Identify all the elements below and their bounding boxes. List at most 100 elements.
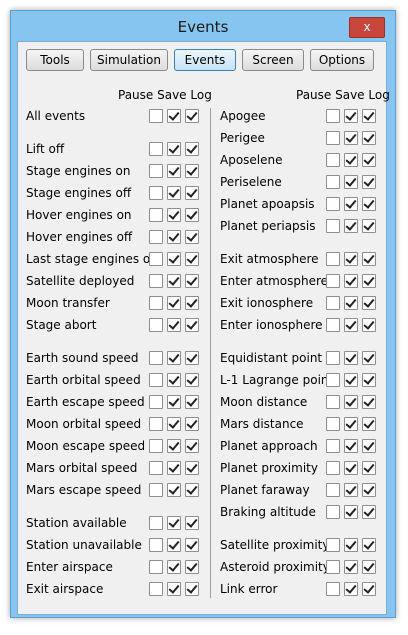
pause-checkbox[interactable] <box>326 505 340 519</box>
pause-checkbox[interactable] <box>326 153 340 167</box>
log-checkbox[interactable] <box>185 582 199 596</box>
log-checkbox[interactable] <box>362 153 376 167</box>
log-checkbox[interactable] <box>362 351 376 365</box>
save-checkbox[interactable] <box>344 219 358 233</box>
pause-checkbox[interactable] <box>326 538 340 552</box>
save-checkbox[interactable] <box>167 109 181 123</box>
log-checkbox[interactable] <box>362 131 376 145</box>
save-checkbox[interactable] <box>167 582 181 596</box>
pause-checkbox[interactable] <box>149 417 163 431</box>
save-checkbox[interactable] <box>344 560 358 574</box>
pause-checkbox[interactable] <box>326 461 340 475</box>
log-checkbox[interactable] <box>185 483 199 497</box>
log-checkbox[interactable] <box>185 373 199 387</box>
log-checkbox[interactable] <box>185 439 199 453</box>
pause-checkbox[interactable] <box>326 560 340 574</box>
save-checkbox[interactable] <box>167 439 181 453</box>
pause-checkbox[interactable] <box>326 197 340 211</box>
save-checkbox[interactable] <box>344 131 358 145</box>
log-checkbox[interactable] <box>185 109 199 123</box>
log-checkbox[interactable] <box>185 230 199 244</box>
pause-checkbox[interactable] <box>149 461 163 475</box>
log-checkbox[interactable] <box>185 142 199 156</box>
log-checkbox[interactable] <box>362 197 376 211</box>
log-checkbox[interactable] <box>362 373 376 387</box>
pause-checkbox[interactable] <box>149 186 163 200</box>
pause-checkbox[interactable] <box>326 296 340 310</box>
log-checkbox[interactable] <box>362 109 376 123</box>
pause-checkbox[interactable] <box>149 230 163 244</box>
pause-checkbox[interactable] <box>326 439 340 453</box>
save-checkbox[interactable] <box>344 153 358 167</box>
pause-checkbox[interactable] <box>149 538 163 552</box>
log-checkbox[interactable] <box>185 318 199 332</box>
save-checkbox[interactable] <box>344 274 358 288</box>
log-checkbox[interactable] <box>185 560 199 574</box>
log-checkbox[interactable] <box>185 252 199 266</box>
save-checkbox[interactable] <box>167 142 181 156</box>
save-checkbox[interactable] <box>167 186 181 200</box>
log-checkbox[interactable] <box>185 395 199 409</box>
pause-checkbox[interactable] <box>149 582 163 596</box>
log-checkbox[interactable] <box>185 164 199 178</box>
log-checkbox[interactable] <box>185 274 199 288</box>
pause-checkbox[interactable] <box>149 208 163 222</box>
pause-checkbox[interactable] <box>326 395 340 409</box>
log-checkbox[interactable] <box>185 516 199 530</box>
log-checkbox[interactable] <box>362 538 376 552</box>
save-checkbox[interactable] <box>167 461 181 475</box>
log-checkbox[interactable] <box>185 417 199 431</box>
log-checkbox[interactable] <box>362 461 376 475</box>
pause-checkbox[interactable] <box>149 516 163 530</box>
title-bar[interactable]: Events x <box>11 11 395 41</box>
pause-checkbox[interactable] <box>326 373 340 387</box>
save-checkbox[interactable] <box>344 538 358 552</box>
log-checkbox[interactable] <box>362 219 376 233</box>
save-checkbox[interactable] <box>167 318 181 332</box>
log-checkbox[interactable] <box>362 417 376 431</box>
save-checkbox[interactable] <box>344 373 358 387</box>
pause-checkbox[interactable] <box>326 318 340 332</box>
pause-checkbox[interactable] <box>149 318 163 332</box>
pause-checkbox[interactable] <box>149 373 163 387</box>
pause-checkbox[interactable] <box>326 351 340 365</box>
tab-simulation[interactable]: Simulation <box>90 49 168 71</box>
log-checkbox[interactable] <box>362 560 376 574</box>
log-checkbox[interactable] <box>185 538 199 552</box>
log-checkbox[interactable] <box>362 296 376 310</box>
save-checkbox[interactable] <box>167 417 181 431</box>
log-checkbox[interactable] <box>362 439 376 453</box>
close-button[interactable]: x <box>349 17 385 38</box>
save-checkbox[interactable] <box>167 274 181 288</box>
log-checkbox[interactable] <box>362 395 376 409</box>
save-checkbox[interactable] <box>344 395 358 409</box>
save-checkbox[interactable] <box>344 417 358 431</box>
log-checkbox[interactable] <box>185 186 199 200</box>
save-checkbox[interactable] <box>344 109 358 123</box>
log-checkbox[interactable] <box>185 351 199 365</box>
log-checkbox[interactable] <box>185 208 199 222</box>
save-checkbox[interactable] <box>344 197 358 211</box>
save-checkbox[interactable] <box>344 505 358 519</box>
save-checkbox[interactable] <box>344 461 358 475</box>
pause-checkbox[interactable] <box>149 164 163 178</box>
save-checkbox[interactable] <box>167 395 181 409</box>
pause-checkbox[interactable] <box>326 109 340 123</box>
pause-checkbox[interactable] <box>326 175 340 189</box>
pause-checkbox[interactable] <box>326 483 340 497</box>
log-checkbox[interactable] <box>362 274 376 288</box>
tab-tools[interactable]: Tools <box>26 49 84 71</box>
pause-checkbox[interactable] <box>149 274 163 288</box>
save-checkbox[interactable] <box>167 516 181 530</box>
tab-events[interactable]: Events <box>174 49 236 71</box>
pause-checkbox[interactable] <box>149 483 163 497</box>
pause-checkbox[interactable] <box>326 219 340 233</box>
tab-screen[interactable]: Screen <box>242 49 304 71</box>
tab-options[interactable]: Options <box>310 49 374 71</box>
save-checkbox[interactable] <box>167 208 181 222</box>
save-checkbox[interactable] <box>167 230 181 244</box>
save-checkbox[interactable] <box>167 483 181 497</box>
save-checkbox[interactable] <box>167 351 181 365</box>
save-checkbox[interactable] <box>167 538 181 552</box>
log-checkbox[interactable] <box>362 175 376 189</box>
